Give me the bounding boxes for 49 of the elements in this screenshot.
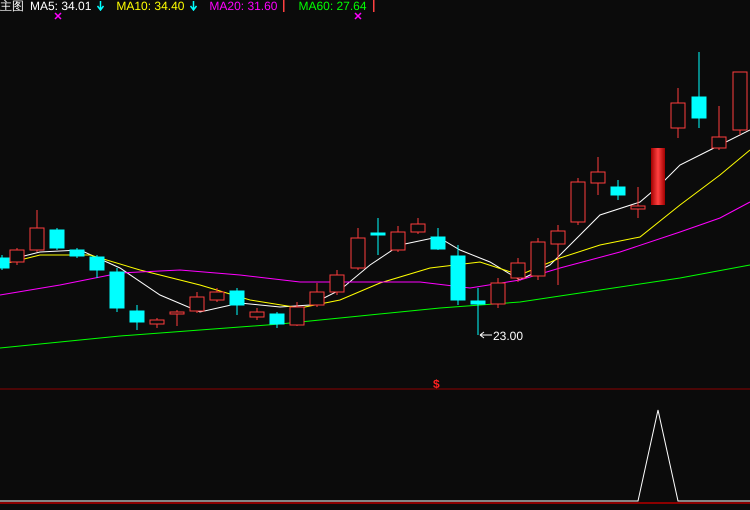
candlestick xyxy=(370,218,386,256)
candlestick xyxy=(450,244,466,306)
candlestick xyxy=(270,312,284,328)
candlestick xyxy=(290,302,304,326)
cross-marker-icon xyxy=(354,12,362,20)
candlestick xyxy=(30,210,44,252)
candlestick xyxy=(130,304,144,330)
signal-marker: $ xyxy=(433,377,440,391)
cross-marker-icon xyxy=(54,12,62,20)
candlestick xyxy=(610,180,626,200)
indicator-label: 主图 xyxy=(0,0,24,13)
candlestick xyxy=(410,218,426,234)
candlestick xyxy=(350,228,366,270)
down-arrow-icon xyxy=(97,1,104,11)
candlestick xyxy=(390,226,406,252)
candlestick xyxy=(732,72,748,136)
indicator-label: MA10: 34.40 xyxy=(116,0,184,13)
candlestick xyxy=(190,292,204,314)
candlestick xyxy=(330,270,344,296)
candlestick xyxy=(712,106,726,150)
candlestick xyxy=(530,238,546,280)
indicator-label: MA20: 31.60 xyxy=(209,0,278,13)
price-label: 23.00 xyxy=(493,329,524,343)
candlestick xyxy=(590,156,606,196)
candlestick xyxy=(570,178,586,226)
candlestick xyxy=(490,278,506,308)
divider-tick-icon xyxy=(283,0,286,12)
arrow-icon xyxy=(480,332,492,338)
indicator-label: MA5: 34.01 xyxy=(30,0,92,13)
candlestick xyxy=(670,88,686,138)
candlestick xyxy=(70,248,84,258)
candlestick xyxy=(430,228,446,250)
candlestick xyxy=(250,308,264,320)
candlestick xyxy=(50,228,64,250)
candlestick xyxy=(110,268,124,312)
candlestick xyxy=(651,148,665,205)
down-arrow-icon xyxy=(190,1,198,11)
candlestick xyxy=(470,288,486,336)
candlestick xyxy=(150,318,164,328)
candlestick xyxy=(90,254,104,278)
candlestick xyxy=(630,186,646,218)
candlestick xyxy=(230,288,244,316)
candlestick xyxy=(210,288,224,302)
candlestick xyxy=(510,258,526,282)
indicator-label: MA60: 27.64 xyxy=(298,0,367,13)
candlestick xyxy=(310,282,324,308)
divider-tick-icon xyxy=(372,0,376,12)
candlestick xyxy=(550,224,566,286)
candlestick xyxy=(170,310,184,326)
